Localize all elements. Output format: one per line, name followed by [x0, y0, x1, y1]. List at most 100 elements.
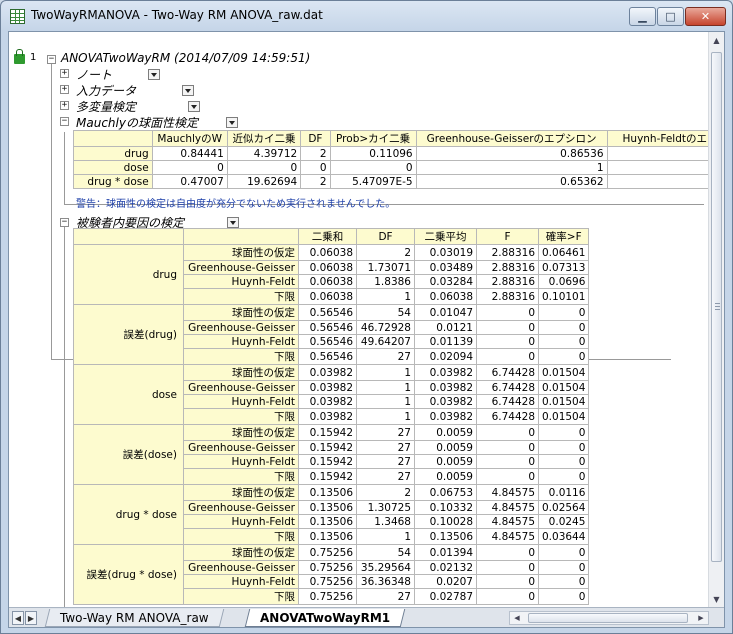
value-cell: 0.13506 — [298, 514, 357, 529]
value-cell: 0 — [151, 160, 228, 175]
notes-dropdown[interactable] — [148, 69, 160, 80]
correction-label: Greenhouse-Geisser — [183, 500, 299, 515]
table-row: drug 0.84441 4.39712 2 0.11096 0.86536 — [73, 146, 709, 161]
corner-cell — [73, 228, 184, 245]
collapse-within-toggle[interactable]: − — [60, 218, 69, 227]
title-bar[interactable]: TwoWayRMANOVA - Two-Way RM ANOVA_raw.dat… — [1, 1, 732, 31]
value-cell: 2 — [356, 484, 415, 501]
group-label: 誤差(drug) — [73, 304, 184, 365]
value-cell: 0 — [476, 320, 539, 335]
value-cell: 2.88316 — [476, 274, 539, 289]
expand-notes-toggle[interactable]: + — [60, 69, 69, 78]
within-subjects-table: 二乗和 DF 二乗平均 F 確率>F drug 球面性の仮定 0.06038 2 0.03019… — [73, 228, 590, 605]
value-cell: 0.01394 — [414, 544, 477, 561]
value-cell: 27 — [356, 454, 415, 469]
correction-label: Huynh-Feldt — [183, 514, 299, 529]
value-cell: 2.88316 — [476, 288, 539, 305]
value-cell: 0.15942 — [298, 440, 357, 455]
minimize-button[interactable]: ▁ — [629, 7, 656, 26]
value-cell: 0.06753 — [414, 484, 477, 501]
value-cell: 0.56546 — [298, 334, 357, 349]
next-sheet-icon[interactable]: ▶ — [25, 611, 37, 625]
value-cell: 0.03284 — [414, 274, 477, 289]
tree-line — [64, 132, 65, 204]
value-cell: 0.0121 — [414, 320, 477, 335]
input-dropdown[interactable] — [182, 85, 194, 96]
value-cell: 0.0207 — [414, 574, 477, 589]
value-cell: 0.10101 — [537, 288, 590, 305]
report-window: TwoWayRMANOVA - Two-Way RM ANOVA_raw.dat… — [0, 0, 733, 634]
value-cell: 0.02787 — [414, 588, 477, 605]
value-cell: 0.56546 — [298, 348, 357, 365]
correction-label: Huynh-Feldt — [183, 334, 299, 349]
multivariate-dropdown[interactable] — [188, 101, 200, 112]
scroll-up-icon[interactable]: ▲ — [709, 32, 724, 48]
workbook-icon — [10, 9, 25, 24]
maximize-button[interactable]: □ — [657, 7, 684, 26]
correction-label: Huynh-Feldt — [183, 274, 299, 289]
value-cell: 4.84575 — [476, 528, 539, 545]
value-cell: 0.56546 — [298, 304, 357, 321]
table-row: 誤差(drug * dose) 球面性の仮定 0.75256 54 0.01394 0 0 — [73, 544, 590, 605]
value-cell: 4.39712 — [226, 146, 302, 161]
within-dropdown[interactable] — [227, 217, 239, 228]
column-header: 近似カイ二乗 — [226, 130, 302, 147]
correction-label: 球面性の仮定 — [183, 364, 299, 381]
value-cell: 35.29564 — [356, 560, 415, 575]
value-cell: 0 — [329, 160, 417, 175]
collapse-mauchly-toggle[interactable]: − — [60, 117, 69, 126]
value-cell: 0.01504 — [537, 394, 590, 409]
correction-label: Greenhouse-Geisser — [183, 380, 299, 395]
row-label: drug — [73, 146, 153, 161]
window-title: TwoWayRMANOVA - Two-Way RM ANOVA_raw.dat — [31, 8, 323, 22]
close-icon: ✕ — [700, 10, 711, 23]
tab-anova-report[interactable]: ANOVATwoWayRM1 — [244, 609, 406, 627]
mauchly-table: MauchlyのW 近似カイ二乗 DF Prob>カイ二乗 Greenhouse-Gei… — [73, 130, 709, 189]
value-cell: 2 — [300, 174, 331, 189]
section-multivariate: 多変量検定 — [76, 100, 137, 114]
corner-cell — [73, 130, 153, 147]
expand-multi-toggle[interactable]: + — [60, 101, 69, 110]
horizontal-scroll-thumb[interactable] — [528, 613, 688, 623]
scroll-right-icon[interactable]: ▶ — [694, 612, 708, 624]
value-cell: 49.64207 — [356, 334, 415, 349]
value-cell: 0 — [537, 304, 590, 321]
lock-icon[interactable] — [14, 49, 25, 64]
value-cell: 2 — [356, 244, 415, 261]
value-cell: 0 — [476, 440, 539, 455]
scroll-left-icon[interactable]: ◀ — [510, 612, 524, 624]
vertical-scroll-thumb[interactable] — [711, 52, 722, 562]
column-header: Greenhouse-Geisserのエプシロン — [415, 130, 608, 147]
value-cell: 0 — [537, 334, 590, 349]
scroll-down-icon[interactable]: ▼ — [709, 591, 724, 607]
correction-label: 下限 — [183, 528, 299, 545]
value-cell: 1 — [356, 380, 415, 395]
value-cell: 19.62694 — [226, 174, 302, 189]
column-header: Prob>カイ二乗 — [329, 130, 417, 147]
value-cell: 0.03644 — [537, 528, 590, 545]
correction-label: Huynh-Feldt — [183, 574, 299, 589]
tab-raw-data[interactable]: Two-Way RM ANOVA_raw — [44, 609, 224, 627]
value-cell: 0.0059 — [414, 468, 477, 485]
close-button[interactable]: ✕ — [685, 7, 726, 26]
value-cell: 0.13506 — [414, 528, 477, 545]
value-cell: 0.65362 — [415, 174, 608, 189]
value-cell: 4.84575 — [476, 514, 539, 529]
prev-sheet-icon[interactable]: ◀ — [12, 611, 24, 625]
value-cell: 0.01047 — [414, 304, 477, 321]
value-cell: 0.06038 — [298, 274, 357, 289]
group-label: drug * dose — [73, 484, 184, 545]
table-row: 誤差(dose) 球面性の仮定 0.15942 27 0.0059 0 0 — [73, 424, 590, 485]
collapse-root-toggle[interactable]: − — [47, 55, 56, 64]
value-cell: 0.03982 — [298, 408, 357, 425]
column-header: 二乗平均 — [414, 228, 477, 245]
value-cell: 0.15942 — [298, 454, 357, 469]
vertical-scrollbar[interactable]: ▲ ▼ — [708, 32, 724, 607]
value-cell — [606, 160, 709, 175]
mauchly-dropdown[interactable] — [226, 117, 238, 128]
horizontal-scrollbar[interactable]: ◀ ▶ — [509, 611, 709, 625]
expand-input-toggle[interactable]: + — [60, 85, 69, 94]
value-cell: 0.86536 — [415, 146, 608, 161]
value-cell: 0.07313 — [537, 260, 590, 275]
value-cell: 0.03982 — [298, 380, 357, 395]
